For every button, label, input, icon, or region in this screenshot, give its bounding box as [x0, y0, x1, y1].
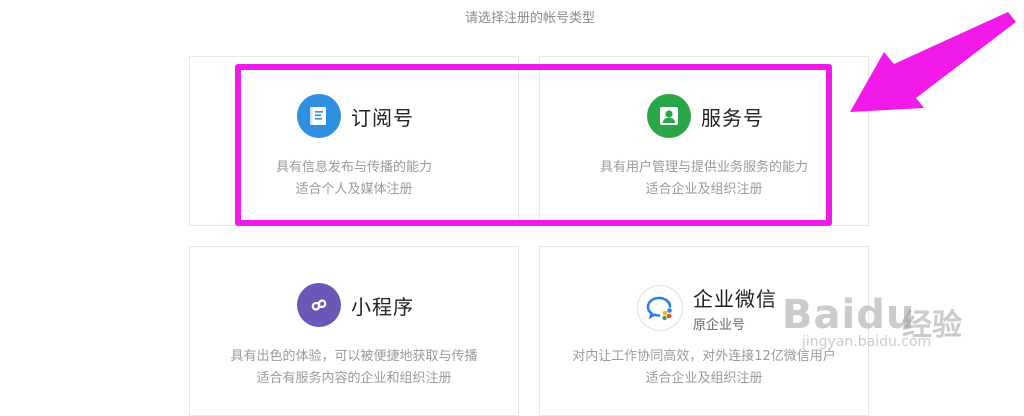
wecom-icon — [637, 285, 683, 331]
card-mini-program[interactable]: 小程序 具有出色的体验，可以被便捷地获取与传播 适合有服务内容的企业和组织注册 — [189, 246, 519, 416]
card-description-line: 适合有服务内容的企业和组织注册 — [256, 371, 452, 386]
annotation-arrow-icon — [850, 12, 1016, 112]
card-description-line: 具有出色的体验，可以被便捷地获取与传播 — [230, 349, 478, 364]
annotation-highlight-box — [235, 64, 832, 226]
card-title: 企业微信 — [693, 287, 777, 311]
card-subtitle: 原企业号 — [693, 318, 746, 333]
watermark-cn: 经验 — [902, 308, 962, 343]
card-title: 小程序 — [351, 294, 414, 319]
watermark: Baidu 经验 jingyan.baidu.com — [782, 292, 982, 392]
mini-program-icon — [297, 283, 341, 327]
